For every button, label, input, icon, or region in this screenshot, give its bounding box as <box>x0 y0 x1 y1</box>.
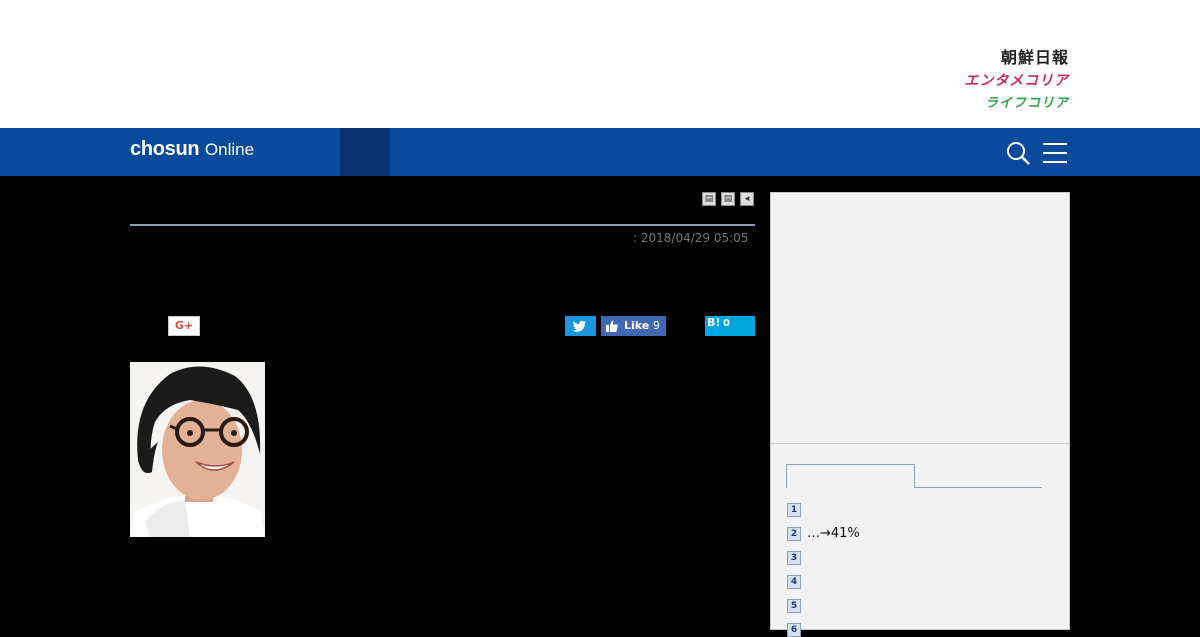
twitter-bird-icon <box>572 320 586 332</box>
title-divider <box>130 224 755 226</box>
nav-tab-active[interactable] <box>340 128 390 176</box>
back-icon[interactable]: ◂ <box>740 192 754 206</box>
rank-number: 3 <box>787 551 801 565</box>
rank-title[interactable]: …→41% <box>807 526 860 541</box>
site-header: 朝鮮日報 エンタメコリア ライフコリア <box>0 0 1200 128</box>
hatena-bookmark-button[interactable]: B! 0 <box>705 316 755 336</box>
entame-korea-link[interactable]: エンタメコリア <box>964 70 1069 90</box>
hatena-count: 0 <box>723 318 730 329</box>
rank-number: 6 <box>787 623 801 637</box>
search-icon[interactable] <box>1006 141 1030 165</box>
facebook-like-button[interactable]: Like 9 <box>601 316 666 336</box>
logo-light-text: Online <box>204 140 255 159</box>
google-plus-share-button[interactable]: G+ <box>168 316 200 336</box>
sidebar: 1 2 …→41% 3 4 5 6 <box>770 192 1070 637</box>
ranking-tab-active[interactable] <box>786 464 915 488</box>
article-photo <box>130 362 265 537</box>
article-date: : 2018/04/29 05:05 <box>633 231 749 245</box>
chosun-ilbo-link[interactable]: 朝鮮日報 <box>1001 44 1069 68</box>
hatena-label: B! <box>707 316 721 329</box>
twitter-share-button[interactable] <box>565 316 596 336</box>
ranking-tab-inactive[interactable] <box>915 487 1042 488</box>
list-icon[interactable]: ▤ <box>721 192 735 206</box>
rank-number: 4 <box>787 575 801 589</box>
life-korea-link[interactable]: ライフコリア <box>985 92 1069 111</box>
rank-number: 2 <box>787 527 801 541</box>
rank-number: 1 <box>787 503 801 517</box>
facebook-like-label: Like <box>624 319 650 332</box>
print-icon[interactable]: ▤ <box>702 192 716 206</box>
site-logo[interactable]: chosun Online <box>130 138 254 161</box>
sidebar-ad-slot <box>771 193 1069 444</box>
logo-bold-text: chosun <box>130 138 200 160</box>
portrait-image <box>130 362 265 537</box>
thumbs-up-icon <box>606 320 618 332</box>
facebook-like-count: 9 <box>653 319 660 332</box>
rank-number: 5 <box>787 599 801 613</box>
hamburger-menu-icon[interactable] <box>1043 142 1067 164</box>
